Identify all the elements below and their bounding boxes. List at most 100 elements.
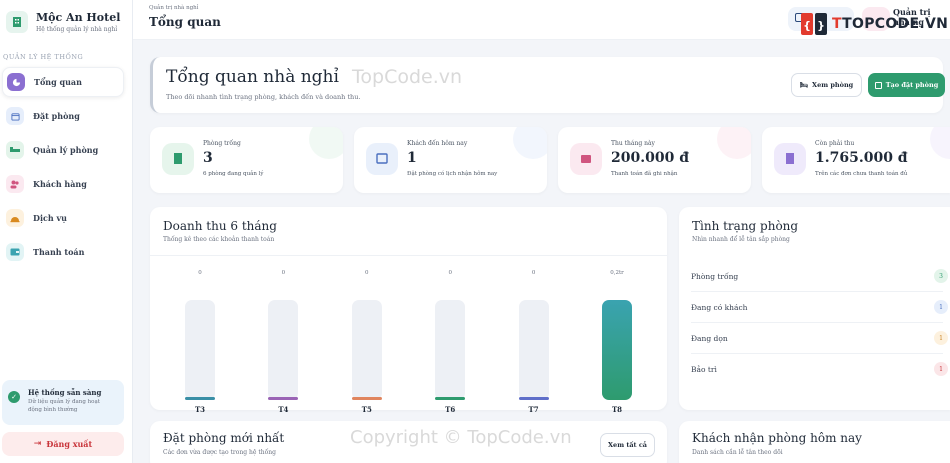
sidebar-item-dashboard[interactable]: Tổng quan bbox=[2, 67, 124, 97]
sidebar-item-customers[interactable]: Khách hàng bbox=[2, 169, 124, 199]
receipt-icon bbox=[774, 143, 806, 175]
bar-track bbox=[435, 300, 466, 400]
logout-label: Đăng xuất bbox=[46, 439, 93, 449]
status-label: Bảo trì bbox=[691, 365, 717, 374]
bar-category-label: T4 bbox=[278, 405, 289, 414]
stat-label: Thu tháng này bbox=[611, 140, 655, 147]
stat-card-month-revenue: Thu tháng này 200.000 đ Thanh toán đã gh… bbox=[558, 127, 751, 193]
bar-value-label: 0 bbox=[198, 270, 202, 276]
door-icon bbox=[162, 143, 194, 175]
stat-label: Còn phải thu bbox=[815, 140, 855, 147]
topcode-logo-icon: { } bbox=[801, 13, 827, 35]
create-booking-label: Tạo đặt phòng bbox=[885, 81, 939, 89]
check-circle-icon: ✓ bbox=[8, 391, 20, 403]
bar[interactable] bbox=[351, 397, 382, 400]
sidebar-item-label: Dịch vụ bbox=[33, 213, 67, 223]
checkins-title: Khách nhận phòng hôm nay bbox=[692, 431, 862, 445]
stat-label: Phòng trống bbox=[203, 140, 241, 147]
overview-hero-card: Tổng quan nhà nghỉ Theo dõi nhanh tình t… bbox=[150, 57, 945, 113]
bar[interactable] bbox=[268, 397, 299, 400]
bar-track bbox=[518, 300, 549, 400]
stat-card-available-rooms: Phòng trống 3 6 phòng đang quản lý bbox=[150, 127, 343, 193]
stat-value: 200.000 đ bbox=[611, 150, 689, 166]
checkins-subtitle: Danh sách cần lễ tân theo dõi bbox=[692, 449, 783, 456]
stat-sub: Trên các đơn chưa thanh toán đủ bbox=[815, 171, 908, 177]
bar-category-label: T7 bbox=[528, 405, 539, 414]
recent-bookings-subtitle: Các đơn vừa được tạo trong hệ thống bbox=[163, 449, 276, 456]
status-label: Đang có khách bbox=[691, 303, 748, 312]
bar[interactable] bbox=[435, 397, 466, 400]
revenue-title: Doanh thu 6 tháng bbox=[163, 219, 277, 233]
status-row-maintenance[interactable]: Bảo trì 1 bbox=[691, 357, 948, 385]
view-rooms-button[interactable]: 🛏 Xem phòng bbox=[791, 73, 862, 97]
status-count: 1 bbox=[934, 362, 948, 376]
sidebar-item-rooms[interactable]: Quản lý phòng bbox=[2, 135, 124, 165]
brand-subtitle: Hệ thống quản lý nhà nghỉ bbox=[36, 26, 118, 33]
dashboard-icon bbox=[7, 73, 25, 91]
wallet-icon bbox=[570, 143, 602, 175]
logout-button[interactable]: ⇥ Đăng xuất bbox=[2, 432, 124, 456]
calendar-icon bbox=[6, 107, 24, 125]
sidebar-item-label: Quản lý phòng bbox=[33, 145, 99, 155]
bar[interactable] bbox=[518, 397, 549, 400]
bar-value-label: 0,2tr bbox=[610, 270, 624, 276]
revenue-chart-card: Doanh thu 6 tháng Thống kê theo các khoả… bbox=[150, 207, 667, 410]
create-booking-button[interactable]: Tạo đặt phòng bbox=[868, 73, 945, 97]
page-title: Tổng quan bbox=[149, 15, 221, 29]
room-status-card: Tình trạng phòng Nhìn nhanh để lễ tân sắ… bbox=[679, 207, 950, 410]
watermark-top: TopCode.vn bbox=[352, 66, 463, 88]
sidebar-item-services[interactable]: Dịch vụ bbox=[2, 203, 124, 233]
svg-text:}: } bbox=[817, 19, 825, 32]
bar-column: 0 T3 bbox=[185, 270, 215, 414]
status-count: 1 bbox=[934, 300, 948, 314]
bar-track bbox=[185, 300, 215, 400]
bar[interactable] bbox=[602, 300, 632, 400]
bar-column: 0 T5 bbox=[351, 270, 382, 414]
users-icon bbox=[6, 175, 24, 193]
svg-text:{: { bbox=[803, 19, 811, 32]
status-label: Phòng trống bbox=[691, 272, 739, 281]
stat-card-decoration bbox=[930, 127, 950, 159]
sidebar-item-label: Tổng quan bbox=[34, 77, 82, 87]
stat-card-outstanding: Còn phải thu 1.765.000 đ Trên các đơn ch… bbox=[762, 127, 950, 193]
bar-track bbox=[268, 300, 299, 400]
topcode-logo-text: TTOPCODE.VN bbox=[832, 16, 949, 32]
bar-column: 0 T4 bbox=[268, 270, 299, 414]
sidebar-item-payments[interactable]: Thanh toán bbox=[2, 237, 124, 267]
revenue-subtitle: Thống kê theo các khoản thanh toán bbox=[163, 236, 275, 243]
bar-track bbox=[602, 300, 632, 400]
status-row-cleaning[interactable]: Đang dọn 1 bbox=[691, 326, 948, 354]
topcode-logo: { } TTOPCODE.VN bbox=[800, 10, 948, 38]
wallet-icon bbox=[6, 243, 24, 261]
status-count: 3 bbox=[934, 269, 948, 283]
bell-icon bbox=[6, 209, 24, 227]
room-status-subtitle: Nhìn nhanh để lễ tân sắp phòng bbox=[692, 236, 790, 243]
stat-sub: Đặt phòng có lịch nhận hôm nay bbox=[407, 171, 498, 177]
bar-value-label: 0 bbox=[365, 270, 369, 276]
bar[interactable] bbox=[185, 397, 215, 400]
status-label: Đang dọn bbox=[691, 334, 728, 343]
status-row-occupied[interactable]: Đang có khách 1 bbox=[691, 295, 948, 323]
recent-bookings-title: Đặt phòng mới nhất bbox=[163, 431, 285, 445]
view-all-button[interactable]: Xem tất cả bbox=[600, 433, 655, 457]
hero-title: Tổng quan nhà nghỉ bbox=[166, 67, 339, 87]
status-row-available[interactable]: Phòng trống 3 bbox=[691, 264, 948, 292]
bar-column: 0 T7 bbox=[518, 270, 549, 414]
room-status-title: Tình trạng phòng bbox=[692, 219, 799, 233]
checkins-today-card: Khách nhận phòng hôm nay Danh sách cần l… bbox=[679, 421, 950, 463]
system-status-title: Hệ thống sẵn sàng bbox=[28, 388, 102, 397]
sidebar-item-label: Khách hàng bbox=[33, 179, 87, 189]
bar-category-label: T3 bbox=[194, 405, 206, 414]
bar-value-label: 0 bbox=[531, 270, 536, 276]
brand[interactable]: Mộc An Hotel Hệ thống quản lý nhà nghỉ bbox=[0, 0, 132, 44]
bar-track bbox=[351, 300, 382, 400]
bar-column: 0 T6 bbox=[435, 270, 466, 414]
bar-value-label: 0 bbox=[281, 270, 286, 276]
stat-card-decoration bbox=[513, 127, 547, 159]
stat-sub: Thanh toán đã ghi nhận bbox=[611, 171, 678, 177]
bar-column: 0,2tr T8 bbox=[602, 270, 632, 414]
sidebar-item-bookings[interactable]: Đặt phòng bbox=[2, 101, 124, 131]
calendar-check-icon bbox=[366, 143, 398, 175]
bed-icon: 🛏 bbox=[799, 81, 809, 89]
stat-card-arrivals-today: Khách đến hôm nay 1 Đặt phòng có lịch nh… bbox=[354, 127, 547, 193]
